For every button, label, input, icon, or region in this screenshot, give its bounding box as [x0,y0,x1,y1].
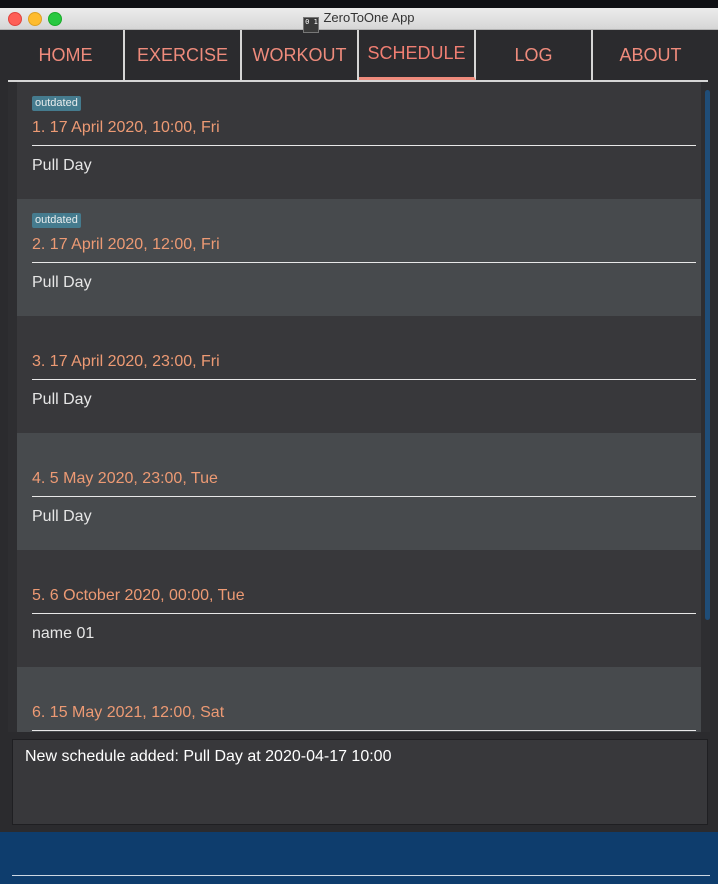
schedule-datetime: 6. 15 May 2021, 12:00, Sat [32,704,696,731]
schedule-item[interactable]: 6. 15 May 2021, 12:00, Sat [17,667,701,732]
app-window: 0 1 ZeroToOne App HOME EXERCISE WORKOUT S… [0,8,718,884]
schedule-datetime: 2. 17 April 2020, 12:00, Fri [32,236,696,263]
list-scrollbar[interactable] [705,90,710,620]
outdated-badge: outdated [32,213,81,228]
title-bar: 0 1 ZeroToOne App [0,8,718,33]
outdated-badge: outdated [32,96,81,111]
schedule-item[interactable]: outdated 2. 17 April 2020, 12:00, Fri Pu… [17,199,701,316]
schedule-list[interactable]: outdated 1. 17 April 2020, 10:00, Fri Pu… [8,82,710,732]
workout-name: name 01 [32,625,95,642]
result-message: New schedule added: Pull Day at 2020-04-… [25,748,392,765]
result-display: New schedule added: Pull Day at 2020-04-… [12,739,708,825]
schedule-datetime: 3. 17 April 2020, 23:00, Fri [32,353,696,380]
workout-name: Pull Day [32,508,92,525]
tab-bar: HOME EXERCISE WORKOUT SCHEDULE LOG ABOUT [8,30,708,82]
schedule-item[interactable]: 5. 6 October 2020, 00:00, Tue name 01 [17,550,701,667]
schedule-item[interactable]: outdated 1. 17 April 2020, 10:00, Fri Pu… [17,82,701,199]
workout-name: Pull Day [32,157,92,174]
tab-workout[interactable]: WORKOUT [242,30,359,80]
tab-exercise[interactable]: EXERCISE [125,30,242,80]
workout-name: Pull Day [32,274,92,291]
tab-log[interactable]: LOG [476,30,593,80]
tab-home[interactable]: HOME [8,30,125,80]
tab-about[interactable]: ABOUT [593,30,708,80]
schedule-item[interactable]: 3. 17 April 2020, 23:00, Fri Pull Day [17,316,701,433]
tab-schedule[interactable]: SCHEDULE [359,30,476,80]
command-input[interactable] [12,873,710,876]
schedule-item[interactable]: 4. 5 May 2020, 23:00, Tue Pull Day [17,433,701,550]
schedule-datetime: 5. 6 October 2020, 00:00, Tue [32,587,696,614]
schedule-datetime: 1. 17 April 2020, 10:00, Fri [32,119,696,146]
window-title: ZeroToOne App [323,10,415,25]
schedule-datetime: 4. 5 May 2020, 23:00, Tue [32,470,696,497]
command-bar [0,832,718,884]
desktop-strip [0,0,718,8]
workout-name: Pull Day [32,391,92,408]
